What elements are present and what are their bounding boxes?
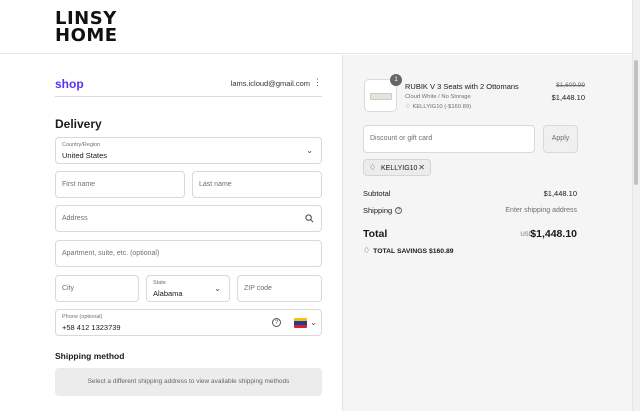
order-summary: 1 RUBIK V 3 Seats with 2 Ottomans Cloud … xyxy=(342,55,640,411)
tag-icon: ♢ xyxy=(363,246,371,255)
first-name-field[interactable]: First name xyxy=(55,171,185,198)
scrollbar-thumb[interactable] xyxy=(634,60,638,185)
phone-label: Phone (optional) xyxy=(62,314,103,320)
last-name-field[interactable]: Last name xyxy=(192,171,322,198)
apartment-field[interactable]: Apartment, suite, etc. (optional) xyxy=(55,240,322,267)
applied-discount-code: KELLYIG10 xyxy=(381,165,418,172)
apply-button[interactable]: Apply xyxy=(543,125,578,153)
state-value: Alabama xyxy=(153,289,183,298)
phone-value: +58 412 1323739 xyxy=(62,323,121,332)
address-field[interactable]: Address xyxy=(55,205,322,232)
shipping-label: Shipping xyxy=(363,206,393,215)
savings-label: TOTAL SAVINGS xyxy=(373,248,428,255)
shipping-method-heading: Shipping method xyxy=(55,351,125,361)
price-original: $1,609.99 xyxy=(556,82,585,89)
total-savings: ♢ TOTAL SAVINGS $160.89 xyxy=(363,246,454,255)
phone-field[interactable]: Phone (optional) +58 412 1323739 ? ⌄ xyxy=(55,309,322,336)
subtotal-value: $1,448.10 xyxy=(543,189,577,198)
city-placeholder: City xyxy=(62,285,75,292)
zip-placeholder: ZIP code xyxy=(244,285,272,292)
shipping-method-message: Select a different shipping address to v… xyxy=(87,378,290,385)
total-label: Total xyxy=(363,228,388,240)
product-variant: Cloud White / No Storage xyxy=(405,94,471,100)
chevron-down-icon: ⌄ xyxy=(306,146,313,155)
tag-icon: ♢ xyxy=(369,163,377,172)
tag-icon: ♢ xyxy=(405,103,411,110)
remove-discount-icon[interactable]: ✕ xyxy=(418,163,425,172)
country-select[interactable]: Country/Region United States ⌄ xyxy=(55,137,322,164)
product-discount-text: KELLYIG10 (-$160.89) xyxy=(412,104,471,110)
applied-discount-chip: ♢ KELLYIG10 ✕ xyxy=(363,159,431,176)
discount-code-input[interactable]: Discount or gift card xyxy=(363,125,535,153)
search-icon xyxy=(305,214,314,223)
state-label: State xyxy=(153,280,166,286)
state-select[interactable]: State Alabama ⌄ xyxy=(146,275,230,302)
page-scrollbar[interactable] xyxy=(632,0,640,411)
header: LINSY HOME xyxy=(0,0,640,54)
total-value: $1,448.10 xyxy=(530,228,577,240)
chevron-down-icon: ⌄ xyxy=(310,318,317,327)
help-icon[interactable]: ? xyxy=(395,207,403,214)
sofa-image xyxy=(370,93,392,100)
discount-code-placeholder: Discount or gift card xyxy=(370,135,433,142)
brand-logo[interactable]: LINSY HOME xyxy=(55,10,118,46)
shipping-row-label: Shipping? xyxy=(363,206,403,215)
kebab-icon[interactable]: ⋮ xyxy=(313,77,322,88)
last-name-placeholder: Last name xyxy=(199,181,232,188)
shop-account-row: shop lams.icloud@gmail.com ⋮ xyxy=(55,77,322,97)
country-label: Country/Region xyxy=(62,142,101,148)
first-name-placeholder: First name xyxy=(62,181,96,188)
shipping-method-notice: Select a different shipping address to v… xyxy=(55,368,322,396)
zip-field[interactable]: ZIP code xyxy=(237,275,322,302)
shipping-value: Enter shipping address xyxy=(505,207,577,214)
checkout-form: shop lams.icloud@gmail.com ⋮ Delivery Co… xyxy=(0,55,342,411)
product-name: RUBIK V 3 Seats with 2 Ottomans xyxy=(405,82,519,91)
subtotal-label: Subtotal xyxy=(363,189,391,198)
city-field[interactable]: City xyxy=(55,275,139,302)
brand-logo-line2: HOME xyxy=(55,25,118,46)
product-discount: ♢ KELLYIG10 (-$160.89) xyxy=(405,102,471,110)
country-value: United States xyxy=(62,151,108,160)
shop-logo: shop xyxy=(55,77,84,91)
savings-value: $160.89 xyxy=(428,248,454,255)
delivery-heading: Delivery xyxy=(55,117,102,131)
apartment-placeholder: Apartment, suite, etc. (optional) xyxy=(62,250,160,257)
help-icon[interactable]: ? xyxy=(272,318,281,327)
chevron-down-icon: ⌄ xyxy=(214,284,221,293)
quantity-badge: 1 xyxy=(390,74,402,86)
address-placeholder: Address xyxy=(62,215,88,222)
venezuela-flag-icon[interactable] xyxy=(294,318,307,328)
account-email: lams.icloud@gmail.com xyxy=(230,79,310,88)
price-current: $1,448.10 xyxy=(551,93,585,102)
